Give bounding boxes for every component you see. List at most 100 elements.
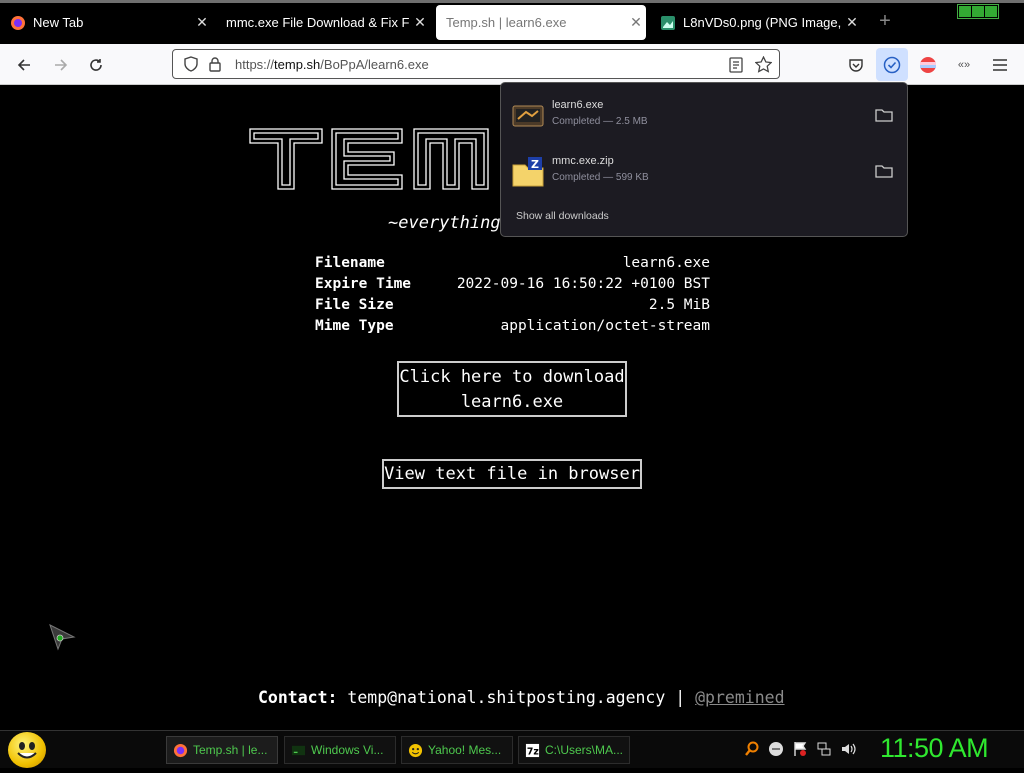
download-item[interactable]: learn6.exe Completed — 2.5 MB — [511, 93, 901, 139]
battery-indicator — [957, 4, 999, 19]
file-info-row: Filename learn6.exe — [315, 255, 710, 276]
tab-png-image[interactable]: L8nVDs0.png (PNG Image, 935 ✕ — [650, 5, 862, 40]
reload-button[interactable] — [84, 53, 108, 77]
extension-quotes-button[interactable]: «» — [952, 53, 976, 77]
file-info-row: File Size 2.5 MiB — [315, 297, 710, 318]
contact-label: Contact: — [258, 688, 338, 707]
firefox-icon — [11, 15, 25, 30]
url-scheme: https:// — [235, 57, 275, 72]
tab-strip-border — [0, 0, 1024, 3]
taskbar: Temp.sh | le... Windows Vi... Yahoo! Mes… — [0, 730, 1024, 768]
back-button[interactable] — [12, 53, 36, 77]
taskbar-clock[interactable]: 11:50 AM — [880, 733, 989, 764]
tab-label: New Tab — [33, 15, 84, 30]
taskbar-item-label: Windows Vi... — [311, 743, 384, 757]
info-key: Mime Type — [315, 318, 394, 334]
tab-strip: New Tab ✕ mmc.exe File Download & Fix Fo… — [0, 0, 1024, 44]
address-bar[interactable]: https://temp.sh/BoPpA/learn6.exe — [172, 49, 780, 79]
taskbar-item-yahoo-messenger[interactable]: Yahoo! Mes... — [401, 736, 513, 764]
tab-label: Temp.sh | learn6.exe — [446, 15, 567, 30]
mouse-cursor-icon — [49, 624, 76, 651]
url-text[interactable]: https://temp.sh/BoPpA/learn6.exe — [235, 57, 429, 72]
site-tagline: ~everything — [388, 213, 501, 233]
volume-icon[interactable] — [840, 741, 856, 757]
show-all-downloads-link[interactable]: Show all downloads — [516, 210, 609, 222]
taskbar-item-label: Yahoo! Mes... — [428, 743, 502, 757]
account-avatar-icon — [920, 57, 936, 73]
url-host: temp.sh — [274, 57, 321, 72]
lock-icon[interactable] — [208, 56, 222, 72]
navigation-toolbar: https://temp.sh/BoPpA/learn6.exe «» — [0, 44, 1024, 85]
file-info-row: Mime Type application/octet-stream — [315, 318, 710, 339]
forward-arrow-icon — [55, 59, 68, 71]
view-text-file-button[interactable]: View text file in browser — [382, 459, 642, 489]
bookmark-star-icon[interactable] — [755, 56, 772, 73]
pocket-button[interactable] — [844, 53, 868, 77]
taskbar-item-label: C:\Users\MA... — [545, 743, 624, 757]
download-filename: mmc.exe.zip — [552, 155, 614, 167]
close-tab-icon[interactable]: ✕ — [410, 14, 430, 31]
file-info-row: Expire Time 2022-09-16 16:50:22 +0100 BS… — [315, 276, 710, 297]
terminal-icon — [291, 745, 306, 755]
taskbar-item-firefox[interactable]: Temp.sh | le... — [166, 736, 278, 764]
firefox-icon — [173, 743, 188, 757]
security-flag-icon[interactable] — [792, 741, 808, 757]
url-path: /BoPpA/learn6.exe — [320, 57, 429, 72]
downloads-panel: learn6.exe Completed — 2.5 MB Z mmc.exe.… — [500, 82, 908, 237]
info-key: Expire Time — [315, 276, 412, 292]
download-complete-icon — [883, 56, 901, 73]
download-filename: learn6.exe — [552, 99, 604, 111]
taskbar-item-windows-virtual[interactable]: Windows Vi... — [284, 736, 396, 764]
tab-new-tab[interactable]: New Tab ✕ — [0, 5, 212, 40]
taskbar-item-label: Temp.sh | le... — [193, 743, 268, 757]
svg-text:7z: 7z — [527, 746, 539, 757]
pocket-icon — [849, 59, 863, 72]
open-folder-icon[interactable] — [875, 163, 893, 179]
info-value: application/octet-stream — [500, 318, 710, 334]
close-tab-icon[interactable]: ✕ — [626, 14, 646, 31]
contact-footer: Contact: temp@national.shitposting.agenc… — [258, 688, 785, 707]
messenger-status-icon[interactable] — [768, 741, 784, 757]
hamburger-menu-icon — [993, 59, 1007, 71]
tab-temp-sh[interactable]: Temp.sh | learn6.exe ✕ — [436, 5, 646, 40]
tracking-protection-shield-icon[interactable] — [183, 56, 199, 72]
open-folder-icon[interactable] — [875, 107, 893, 123]
new-tab-button[interactable]: + — [874, 10, 896, 33]
download-button-line2: learn6.exe — [460, 392, 564, 412]
svg-text:Z: Z — [531, 158, 539, 171]
reload-icon — [90, 59, 102, 71]
info-key: File Size — [315, 297, 394, 313]
taskbar-item-7zip[interactable]: 7z C:\Users\MA... — [518, 736, 630, 764]
download-status: Completed — 599 KB — [552, 172, 649, 183]
file-info-table: Filename learn6.exe Expire Time 2022-09-… — [315, 255, 710, 339]
tab-label: mmc.exe File Download & Fix For — [226, 15, 410, 30]
info-key: Filename — [315, 255, 385, 271]
zip-archive-icon: Z — [512, 157, 544, 187]
search-icon[interactable] — [744, 741, 760, 757]
close-tab-icon[interactable]: ✕ — [842, 14, 862, 31]
reader-view-icon[interactable] — [729, 57, 743, 73]
download-button-line1: Click here to download — [399, 367, 625, 387]
tab-mmc-download[interactable]: mmc.exe File Download & Fix For ✕ — [216, 5, 430, 40]
start-button[interactable] — [8, 732, 46, 768]
info-value: 2022-09-16 16:50:22 +0100 BST — [456, 276, 710, 292]
downloads-button[interactable] — [876, 48, 908, 81]
download-status: Completed — 2.5 MB — [552, 116, 648, 127]
forward-button[interactable] — [49, 53, 73, 77]
contact-email: temp@national.shitposting.agency — [347, 688, 666, 707]
back-arrow-icon — [17, 59, 30, 71]
info-value: learn6.exe — [622, 255, 710, 271]
extension-button[interactable] — [916, 53, 940, 77]
close-tab-icon[interactable]: ✕ — [192, 14, 212, 31]
network-icon[interactable] — [816, 741, 832, 757]
executable-file-icon — [512, 105, 544, 127]
download-file-button[interactable]: Click here to download learn6.exe — [397, 361, 627, 417]
contact-separator: | — [675, 688, 686, 707]
temp-sh-logo — [249, 128, 489, 190]
info-value: 2.5 MiB — [648, 297, 710, 313]
app-menu-button[interactable] — [988, 53, 1012, 77]
contact-handle-link[interactable]: @premined — [695, 688, 784, 707]
image-icon — [661, 15, 675, 30]
download-item[interactable]: Z mmc.exe.zip Completed — 599 KB — [511, 149, 901, 195]
system-tray — [744, 741, 856, 757]
